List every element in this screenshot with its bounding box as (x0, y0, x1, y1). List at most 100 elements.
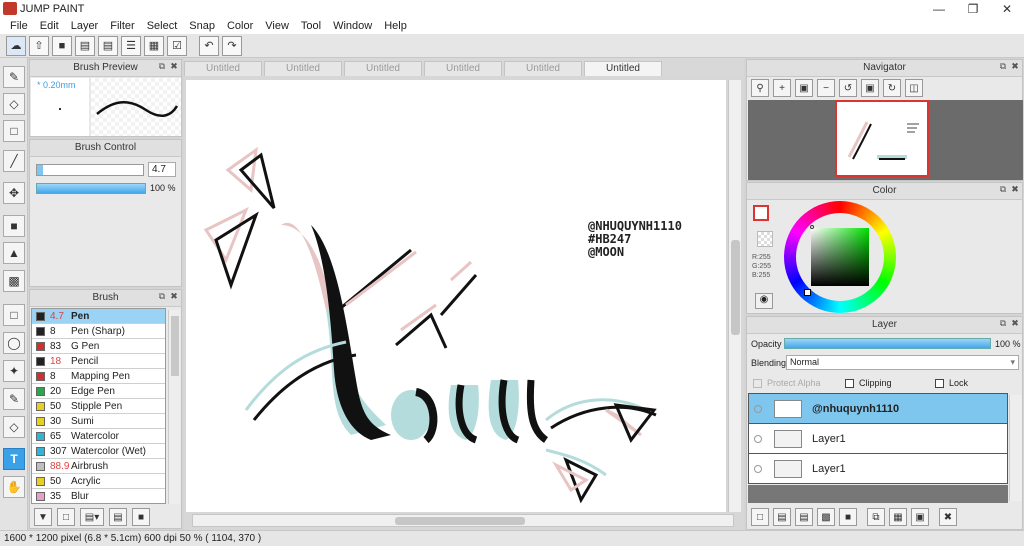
bucket-tool-icon[interactable]: ▲ (3, 242, 25, 264)
brush-item[interactable]: 4.7 Pen (32, 309, 165, 324)
flip-icon[interactable]: ◫ (905, 79, 923, 97)
brush-item[interactable]: 8 Mapping Pen (32, 369, 165, 384)
layer-row[interactable]: Layer1 (748, 424, 1008, 454)
brush-item[interactable]: 18 Pencil (32, 354, 165, 369)
checklist-icon[interactable]: ☑ (167, 35, 187, 56)
menu-window[interactable]: Window (327, 20, 378, 32)
layer-opacity-slider[interactable] (784, 338, 991, 349)
float-panel-icon[interactable]: ⧉ (157, 292, 167, 302)
color-wheel[interactable] (784, 201, 896, 313)
menu-select[interactable]: Select (141, 20, 184, 32)
new-layer-icon[interactable]: □ (751, 508, 769, 526)
clipping-checkbox[interactable] (845, 378, 854, 388)
tab-untitled-3[interactable]: Untitled (344, 61, 422, 76)
menu-layer[interactable]: Layer (65, 20, 105, 32)
gradient-tool-icon[interactable]: ▩ (3, 270, 25, 292)
foreground-color-swatch[interactable] (753, 205, 769, 221)
layer-visibility-icon[interactable] (754, 434, 762, 443)
close-panel-icon[interactable]: ✖ (1010, 185, 1020, 195)
menu-edit[interactable]: Edit (34, 20, 65, 32)
table-icon[interactable]: ▦ (144, 35, 164, 56)
brush-item[interactable]: 50 Acrylic (32, 474, 165, 489)
layer-folder-icon[interactable]: ■ (839, 508, 857, 526)
brush-size-input[interactable]: 4.7 (148, 162, 176, 177)
reset-view-icon[interactable]: ▣ (861, 79, 879, 97)
brush-item[interactable]: 50 Stipple Pen (32, 399, 165, 414)
brush-list-scrollbar[interactable] (168, 310, 180, 504)
brush-item[interactable]: 307 Watercolor (Wet) (32, 444, 165, 459)
canvas-vertical-scrollbar[interactable] (728, 80, 741, 512)
tab-untitled-active[interactable]: Untitled (584, 61, 662, 76)
new-layer-8bit-icon[interactable]: ▤ (773, 508, 791, 526)
tab-untitled-1[interactable]: Untitled (184, 61, 262, 76)
download-brush-icon[interactable]: ▼ (34, 508, 52, 526)
menu-color[interactable]: Color (221, 20, 259, 32)
layer-row-selected[interactable]: @nhuquynh1110 (748, 394, 1008, 424)
menu-view[interactable]: View (259, 20, 295, 32)
close-icon[interactable]: ✕ (990, 2, 1024, 16)
share-icon[interactable]: ⇧ (29, 35, 49, 56)
menu-filter[interactable]: Filter (104, 20, 140, 32)
brush-item[interactable]: 65 Watercolor (32, 429, 165, 444)
menu-help[interactable]: Help (378, 20, 413, 32)
text-tool-icon[interactable]: T (3, 448, 25, 470)
copy-brush-icon[interactable]: ▤ (109, 508, 127, 526)
new-layer-1bit-icon[interactable]: ▤ (795, 508, 813, 526)
brush-tool-icon[interactable]: ✎ (3, 66, 25, 88)
rotate-right-icon[interactable]: ↻ (883, 79, 901, 97)
shape-tool-icon[interactable]: □ (3, 120, 25, 142)
redo-icon[interactable]: ↷ (222, 35, 242, 56)
navigator-preview[interactable] (748, 100, 1023, 180)
scrollbar-thumb[interactable] (731, 240, 740, 335)
comment-icon[interactable]: ■ (52, 35, 72, 56)
minimize-icon[interactable]: — (922, 2, 956, 16)
close-panel-icon[interactable]: ✖ (169, 62, 179, 72)
folder-icon[interactable]: ■ (132, 508, 150, 526)
brush-opacity-slider[interactable] (36, 183, 146, 194)
navigator-viewport[interactable] (835, 100, 929, 177)
clear-layer-icon[interactable]: ▣ (911, 508, 929, 526)
document-icon[interactable]: ▤ (98, 35, 118, 56)
scrollbar-thumb[interactable] (395, 517, 525, 525)
maximize-icon[interactable]: ❐ (956, 2, 990, 16)
duplicate-layer-icon[interactable]: ⧉ (867, 508, 885, 526)
undo-icon[interactable]: ↶ (199, 35, 219, 56)
saturation-value-square[interactable] (811, 228, 869, 286)
lock-checkbox[interactable] (935, 378, 944, 388)
layer-row[interactable]: Layer1 (748, 454, 1008, 484)
move-tool-icon[interactable]: ✥ (3, 182, 25, 204)
fit-screen-icon[interactable]: ▣ (795, 79, 813, 97)
magic-wand-tool-icon[interactable]: ✦ (3, 360, 25, 382)
hue-marker[interactable] (804, 289, 811, 296)
close-panel-icon[interactable]: ✖ (169, 292, 179, 302)
new-brush-icon[interactable]: □ (57, 508, 75, 526)
menu-tool[interactable]: Tool (295, 20, 327, 32)
list-icon[interactable]: ☰ (121, 35, 141, 56)
lasso-tool-icon[interactable]: ◯ (3, 332, 25, 354)
brush-item[interactable]: 88.9 Airbrush (32, 459, 165, 474)
brush-item[interactable]: 35 Blur (32, 489, 165, 503)
menu-snap[interactable]: Snap (183, 20, 221, 32)
float-panel-icon[interactable]: ⧉ (998, 319, 1008, 329)
rect-select-tool-icon[interactable]: □ (3, 304, 25, 326)
brush-item[interactable]: 20 Edge Pen (32, 384, 165, 399)
color-picker-marker[interactable] (810, 225, 814, 229)
layer-visibility-icon[interactable] (754, 404, 762, 413)
cloud-icon[interactable]: ☁ (6, 35, 26, 56)
merge-layer-icon[interactable]: ▦ (889, 508, 907, 526)
transparent-color-swatch[interactable] (757, 231, 773, 247)
tone-layer-icon[interactable]: ▩ (817, 508, 835, 526)
tab-untitled-2[interactable]: Untitled (264, 61, 342, 76)
fill-rect-tool-icon[interactable]: ■ (3, 215, 25, 237)
tab-untitled-4[interactable]: Untitled (424, 61, 502, 76)
scrollbar-thumb[interactable] (171, 316, 179, 376)
brush-menu-icon[interactable]: ▤▾ (80, 508, 104, 526)
zoom-tool-icon[interactable]: ⚲ (751, 79, 769, 97)
blending-select[interactable]: Normal ▾ (786, 355, 1019, 370)
rotate-left-icon[interactable]: ↺ (839, 79, 857, 97)
artboard[interactable]: @NHUQUYNH1110 #HB247 @MOON (186, 80, 726, 512)
message-icon[interactable]: ▤ (75, 35, 95, 56)
layer-list-scrollbar[interactable] (1009, 395, 1022, 501)
zoom-in-icon[interactable]: + (773, 79, 791, 97)
close-panel-icon[interactable]: ✖ (1010, 62, 1020, 72)
